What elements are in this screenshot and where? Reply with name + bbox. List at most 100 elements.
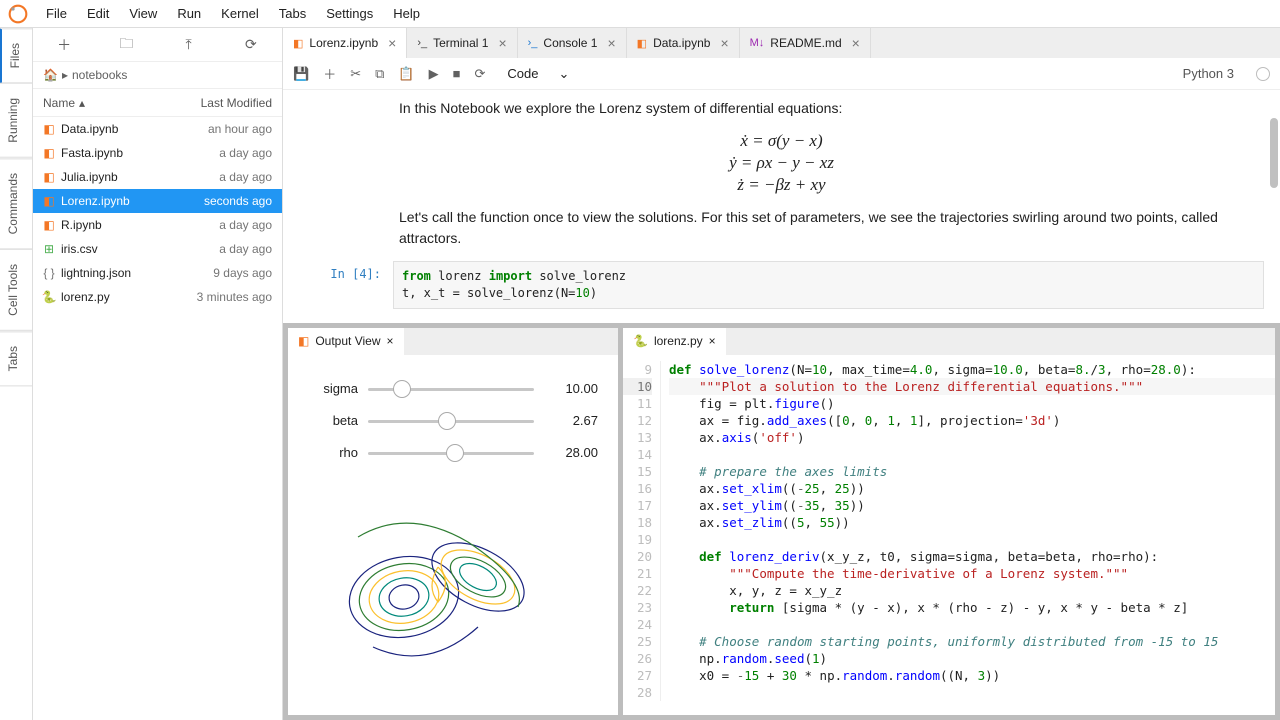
equations: ẋ = σ(y − x) ẏ = ρx − y − xz ż = −βz + x…	[299, 123, 1264, 207]
close-icon[interactable]: ×	[387, 334, 394, 348]
copy-icon[interactable]: ⧉	[375, 66, 384, 82]
code-editor[interactable]: 910111213141516171819202122232425262728 …	[623, 355, 1275, 701]
code-line[interactable]	[669, 616, 1275, 633]
code-line[interactable]: ax.set_zlim((5, 55))	[669, 514, 1275, 531]
code-line[interactable]: """Plot a solution to the Lorenz differe…	[669, 378, 1275, 395]
nb-icon: ◧	[41, 146, 57, 160]
notebook-toolbar: 💾 ＋ ✂ ⧉ 📋 ▶ ■ ⟳ Code⌄ Python 3	[283, 58, 1280, 90]
menu-edit[interactable]: Edit	[77, 2, 119, 25]
save-icon[interactable]: 💾	[293, 66, 309, 82]
menu-settings[interactable]: Settings	[316, 2, 383, 25]
tab-console-1[interactable]: ›_ Console 1 ×	[518, 28, 627, 58]
scrollbar[interactable]	[1270, 118, 1278, 188]
menu-kernel[interactable]: Kernel	[211, 2, 269, 25]
breadcrumb[interactable]: 🏠 ▸ notebooks	[33, 62, 282, 89]
file-modified: 9 days ago	[178, 266, 282, 280]
slider-thumb[interactable]	[446, 444, 464, 462]
cut-icon[interactable]: ✂	[350, 66, 361, 82]
code-line[interactable]: x, y, z = x_y_z	[669, 582, 1275, 599]
kernel-status-icon[interactable]	[1256, 67, 1270, 81]
code-line[interactable]: ax.axis('off')	[669, 429, 1275, 446]
refresh-icon[interactable]: ⟳	[241, 36, 261, 53]
menu-file[interactable]: File	[36, 2, 77, 25]
python-icon: 🐍	[633, 334, 648, 348]
code-line[interactable]: ax.set_ylim((-35, 35))	[669, 497, 1275, 514]
tab-label: Console 1	[543, 36, 597, 50]
slider-track[interactable]	[368, 412, 534, 430]
code-line[interactable]	[669, 684, 1275, 701]
slider-label: rho	[308, 445, 358, 460]
code-line[interactable]: # Choose random starting points, uniform…	[669, 633, 1275, 650]
code-cell[interactable]: In [4]: from lorenz import solve_lorenz …	[299, 261, 1264, 309]
cell-type-select[interactable]: Code⌄	[507, 66, 569, 82]
kernel-name[interactable]: Python 3	[1183, 66, 1234, 81]
activity-tab-cell-tools[interactable]: Cell Tools	[0, 249, 32, 331]
tab-output-view[interactable]: ◧ Output View ×	[288, 328, 404, 355]
file-row[interactable]: ◧Data.ipynban hour ago	[33, 117, 282, 141]
activity-tab-running[interactable]: Running	[0, 83, 32, 158]
code-line[interactable]: def lorenz_deriv(x_y_z, t0, sigma=sigma,…	[669, 548, 1275, 565]
slider-thumb[interactable]	[438, 412, 456, 430]
tab-readme-md[interactable]: M↓README.md×	[740, 28, 871, 58]
restart-icon[interactable]: ⟳	[474, 66, 485, 82]
tab-lorenz-py[interactable]: 🐍 lorenz.py ×	[623, 328, 726, 355]
slider-track[interactable]	[368, 380, 534, 398]
menu-run[interactable]: Run	[167, 2, 211, 25]
file-name: Data.ipynb	[61, 122, 178, 136]
code-line[interactable]: ax.set_xlim((-25, 25))	[669, 480, 1275, 497]
file-row[interactable]: { }lightning.json9 days ago	[33, 261, 282, 285]
code-line[interactable]: return [sigma * (y - x), x * (rho - z) -…	[669, 599, 1275, 616]
breadcrumb-folder[interactable]: notebooks	[72, 68, 127, 82]
code-line[interactable]	[669, 531, 1275, 548]
code-line[interactable]: np.random.seed(1)	[669, 650, 1275, 667]
file-row[interactable]: ◧Fasta.ipynba day ago	[33, 141, 282, 165]
paste-icon[interactable]: 📋	[398, 66, 414, 82]
new-launcher-icon[interactable]: ＋	[54, 35, 74, 55]
run-icon[interactable]: ▶	[429, 66, 439, 82]
activity-tab-commands[interactable]: Commands	[0, 158, 32, 249]
close-icon[interactable]: ×	[388, 35, 396, 51]
file-name: iris.csv	[61, 242, 178, 256]
file-row[interactable]: ⊞iris.csva day ago	[33, 237, 282, 261]
sort-by-modified[interactable]: Last Modified	[178, 96, 282, 110]
close-icon[interactable]: ×	[720, 35, 728, 51]
con-icon: ›_	[528, 37, 538, 49]
tab-bar-main: ◧Lorenz.ipynb×›_Terminal 1×›_Console 1×◧…	[283, 28, 1280, 58]
activity-tab-files[interactable]: Files	[0, 28, 32, 83]
menu-view[interactable]: View	[119, 2, 167, 25]
code-line[interactable]: ax = fig.add_axes([0, 0, 1, 1], projecti…	[669, 412, 1275, 429]
tab-label: Lorenz.ipynb	[309, 36, 378, 50]
file-row[interactable]: 🐍lorenz.py3 minutes ago	[33, 285, 282, 309]
close-icon[interactable]: ×	[607, 35, 615, 51]
stop-icon[interactable]: ■	[453, 66, 461, 81]
slider-rho: rho28.00	[308, 437, 598, 469]
slider-thumb[interactable]	[393, 380, 411, 398]
new-folder-icon[interactable]: 🗀	[116, 33, 136, 57]
tab-terminal-1[interactable]: ›_Terminal 1×	[407, 28, 517, 58]
slider-track[interactable]	[368, 444, 534, 462]
code-line[interactable]	[669, 446, 1275, 463]
menu-help[interactable]: Help	[383, 2, 430, 25]
activity-tab-tabs[interactable]: Tabs	[0, 331, 32, 386]
tab-lorenz-ipynb[interactable]: ◧Lorenz.ipynb×	[283, 28, 407, 58]
tab-data-ipynb[interactable]: ◧Data.ipynb×	[627, 28, 740, 58]
file-row[interactable]: ◧Lorenz.ipynbseconds ago	[33, 189, 282, 213]
add-cell-icon[interactable]: ＋	[323, 64, 336, 83]
file-row[interactable]: ◧R.ipynba day ago	[33, 213, 282, 237]
slider-value: 10.00	[544, 381, 598, 396]
close-icon[interactable]: ×	[709, 334, 716, 348]
json-icon: { }	[41, 266, 57, 280]
close-icon[interactable]: ×	[498, 35, 506, 51]
close-icon[interactable]: ×	[852, 35, 860, 51]
upload-icon[interactable]: ⤒	[179, 36, 199, 53]
code-line[interactable]: def solve_lorenz(N=10, max_time=4.0, sig…	[669, 361, 1275, 378]
home-icon[interactable]: 🏠	[43, 68, 58, 82]
code-line[interactable]: """Compute the time-derivative of a Lore…	[669, 565, 1275, 582]
sort-by-name[interactable]: Name▴	[33, 96, 178, 110]
menu-tabs[interactable]: Tabs	[269, 2, 316, 25]
cell-code[interactable]: from lorenz import solve_lorenz t, x_t =…	[393, 261, 1264, 309]
code-line[interactable]: # prepare the axes limits	[669, 463, 1275, 480]
code-line[interactable]: fig = plt.figure()	[669, 395, 1275, 412]
file-row[interactable]: ◧Julia.ipynba day ago	[33, 165, 282, 189]
code-line[interactable]: x0 = -15 + 30 * np.random.random((N, 3))	[669, 667, 1275, 684]
